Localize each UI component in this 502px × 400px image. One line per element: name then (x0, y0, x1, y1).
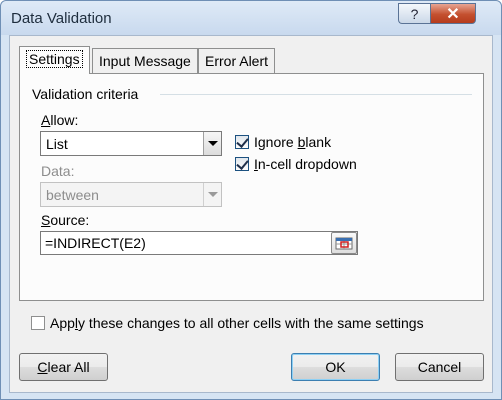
tab-settings-label: Settings (26, 50, 83, 68)
data-validation-dialog: Data Validation ? ✕ Settings Input Messa… (0, 0, 502, 400)
dialog-title: Data Validation (11, 10, 112, 27)
clear-all-button[interactable]: Clear All (19, 353, 108, 381)
tab-input-message-label: Input Message (99, 53, 191, 69)
validation-criteria-heading: Validation criteria (32, 86, 139, 102)
settings-panel: Validation criteria Allow: List Ignore b… (19, 73, 484, 301)
chevron-down-icon (207, 141, 218, 146)
title-bar[interactable]: Data Validation ? ✕ (1, 1, 501, 35)
allow-select-value: List (46, 136, 68, 152)
source-input-value: =INDIRECT(E2) (45, 235, 146, 251)
ok-button[interactable]: OK (291, 353, 380, 381)
close-icon: ✕ (446, 5, 460, 23)
tab-input-message[interactable]: Input Message (92, 48, 198, 73)
tab-settings[interactable]: Settings (19, 46, 90, 74)
data-select: between (40, 182, 222, 207)
chevron-down-icon (207, 192, 218, 197)
allow-label: Allow: (41, 112, 79, 128)
in-cell-dropdown-checkbox[interactable] (235, 157, 249, 171)
dialog-client-area: Settings Input Message Error Alert Valid… (9, 35, 493, 393)
data-select-value: between (46, 187, 99, 203)
source-label: Source: (41, 212, 90, 228)
close-button[interactable]: ✕ (430, 3, 476, 24)
cancel-button[interactable]: Cancel (395, 353, 484, 381)
help-icon: ? (410, 5, 419, 22)
ignore-blank-checkbox[interactable] (235, 135, 249, 149)
ok-label: OK (325, 359, 346, 375)
ignore-blank-label: Ignore blank (254, 134, 332, 150)
clear-all-label: Clear All (37, 359, 90, 375)
apply-to-all-label: Apply these changes to all other cells w… (50, 315, 424, 331)
in-cell-dropdown-label: In-cell dropdown (254, 156, 357, 172)
range-select-icon (335, 237, 353, 250)
data-dropdown-button (203, 183, 221, 206)
allow-dropdown-button[interactable] (203, 132, 221, 155)
tab-error-alert[interactable]: Error Alert (198, 48, 276, 73)
source-input[interactable]: =INDIRECT(E2) (40, 231, 358, 255)
allow-select[interactable]: List (40, 131, 222, 156)
tab-error-alert-label: Error Alert (205, 53, 269, 69)
help-button[interactable]: ? (398, 3, 430, 24)
collapse-dialog-button[interactable] (331, 232, 357, 254)
cancel-label: Cancel (417, 359, 462, 375)
data-label: Data: (41, 163, 75, 179)
apply-to-all-checkbox[interactable] (31, 316, 45, 330)
group-divider (160, 94, 472, 95)
